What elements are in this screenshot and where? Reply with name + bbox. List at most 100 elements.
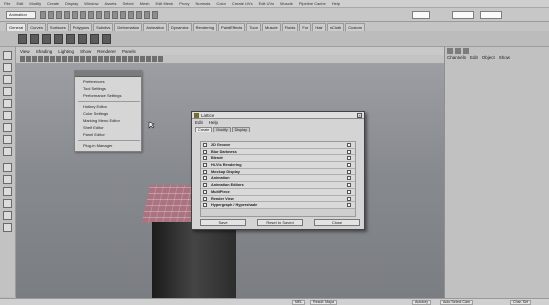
checkbox[interactable] [347, 203, 351, 208]
layout-split-icon[interactable] [3, 187, 12, 196]
snap-plane-icon[interactable] [112, 11, 118, 19]
shelf-tool-icon[interactable] [90, 34, 99, 44]
menu-item-performance-settings[interactable]: Performance Settings [83, 93, 121, 98]
channel-box-toggle-icon[interactable] [447, 48, 453, 54]
numeric-input-field[interactable] [412, 11, 430, 19]
shelf-tab-rendering[interactable]: Rendering [192, 23, 218, 31]
menu-select[interactable]: Select [123, 1, 134, 6]
close-button[interactable]: Close [314, 219, 360, 226]
menu-window[interactable]: Window [84, 1, 98, 6]
ipr-render-icon[interactable] [136, 11, 142, 19]
layout-single-icon[interactable] [3, 163, 12, 172]
shelf-tab-fur[interactable]: Fur [299, 23, 312, 31]
menu-file[interactable]: File [4, 1, 10, 6]
checkbox[interactable] [347, 169, 351, 174]
checkbox[interactable] [347, 176, 351, 181]
panel-menu-lighting[interactable]: Lighting [58, 49, 74, 54]
menu-tear-off-handle[interactable] [75, 71, 141, 77]
snap-grid-icon[interactable] [88, 11, 94, 19]
panel-menu-panels[interactable]: Panels [122, 49, 136, 54]
select-component-icon[interactable] [80, 11, 86, 19]
list-item[interactable]: Blendr [201, 155, 355, 163]
shelf-tool-icon[interactable] [66, 34, 75, 44]
layout-hypershade-icon[interactable] [3, 223, 12, 232]
menu-item-marking-menu-editor[interactable]: Marking Menu Editor [83, 118, 120, 123]
menu-mesh[interactable]: Mesh [140, 1, 150, 6]
list-item[interactable]: Hypergraph / Hypershade [201, 202, 355, 209]
dialog-menu-help[interactable]: Help [209, 120, 218, 125]
list-item[interactable]: MultiPiece [201, 188, 355, 196]
shelf-tool-icon[interactable] [102, 34, 111, 44]
menu-normals[interactable]: Normals [195, 1, 210, 6]
menu-modify[interactable]: Modify [29, 1, 41, 6]
ambient-occlusion-icon[interactable] [128, 56, 133, 62]
shelf-tool-icon[interactable] [54, 34, 63, 44]
tab-display[interactable]: Display [231, 127, 251, 132]
textured-icon[interactable] [92, 56, 97, 62]
shelf-tab-surfaces[interactable]: Surfaces [46, 23, 69, 31]
checkbox[interactable] [347, 183, 351, 188]
menu-item-preferences[interactable]: Preferences [83, 79, 105, 84]
mel-toggle[interactable]: MEL [292, 300, 306, 305]
channel-box-menu-channels[interactable]: Channels [447, 55, 466, 63]
shelf-tab-muscle[interactable]: Muscle [262, 23, 281, 31]
panel-menu-shading[interactable]: Shading [36, 49, 53, 54]
expand-icon[interactable] [203, 196, 207, 201]
menu-item-hotkey-editor[interactable]: Hotkey Editor [83, 104, 107, 109]
quick-select-field[interactable] [452, 11, 474, 19]
menu-item-shelf-editor[interactable]: Shelf Editor [83, 125, 104, 130]
move-tool-icon[interactable] [3, 87, 12, 96]
shelf-tool-icon[interactable] [42, 34, 51, 44]
new-scene-icon[interactable] [40, 11, 46, 19]
render-icon[interactable] [128, 11, 134, 19]
wireframe-icon[interactable] [80, 56, 85, 62]
menu-item-color-settings[interactable]: Color Settings [83, 111, 108, 116]
resolution-gate-icon[interactable] [50, 56, 55, 62]
channel-box-menu-object[interactable]: Object [482, 55, 495, 63]
expand-icon[interactable] [203, 156, 207, 161]
bookmark-icon[interactable] [26, 56, 31, 62]
panel-menu-renderer[interactable]: Renderer [97, 49, 116, 54]
auto-select-cam-field[interactable]: Auto Select Cam [440, 300, 473, 305]
shelf-tool-icon[interactable] [30, 34, 39, 44]
menu-item-panel-editor[interactable]: Panel Editor [83, 132, 105, 137]
save-scene-icon[interactable] [56, 11, 62, 19]
render-settings-icon[interactable] [144, 11, 150, 19]
panel-menu-show[interactable]: Show [80, 49, 91, 54]
shelf-tab-custom[interactable]: Custom [345, 23, 366, 31]
safe-title-icon[interactable] [74, 56, 79, 62]
soft-mod-tool-icon[interactable] [3, 135, 12, 144]
autokey-toggle[interactable]: Autokey [412, 300, 431, 305]
expand-icon[interactable] [203, 176, 207, 181]
list-item[interactable]: 2D Groove [201, 142, 355, 149]
reset-to-saved-button[interactable]: Reset to Saved [257, 219, 303, 226]
select-object-icon[interactable] [72, 11, 78, 19]
mesh-object-body[interactable] [152, 222, 236, 304]
rotate-tool-icon[interactable] [3, 99, 12, 108]
checkbox[interactable] [347, 156, 351, 161]
expand-icon[interactable] [203, 169, 207, 174]
scale-tool-icon[interactable] [3, 111, 12, 120]
shadows-icon[interactable] [104, 56, 109, 62]
shelf-tab-toon[interactable]: Toon [246, 23, 261, 31]
shelf-tool-icon[interactable] [78, 34, 87, 44]
history-icon[interactable] [120, 11, 126, 19]
checkbox[interactable] [347, 196, 351, 201]
list-item[interactable]: Hi-Vis Rendering [201, 162, 355, 169]
snap-curve-icon[interactable] [96, 11, 102, 19]
shelf-tab-dynamics[interactable]: Dynamics [168, 23, 192, 31]
exposure-icon[interactable] [152, 56, 157, 62]
manipulator-tool-icon[interactable] [3, 123, 12, 132]
layout-outliner-icon[interactable] [3, 199, 12, 208]
open-scene-icon[interactable] [48, 11, 54, 19]
shelf-tab-subdivs[interactable]: Subdivs [93, 23, 114, 31]
select-hierarchy-icon[interactable] [64, 11, 70, 19]
shelf-tab-hair[interactable]: Hair [312, 23, 326, 31]
menu-create[interactable]: Create [47, 1, 59, 6]
list-item[interactable]: Animation [201, 175, 355, 183]
list-item[interactable]: Mockup Display [201, 168, 355, 176]
lasso-tool-icon[interactable] [3, 63, 12, 72]
xray-icon[interactable] [110, 56, 115, 62]
tab-create[interactable]: Create [195, 127, 213, 132]
shelf-tool-icon[interactable] [18, 34, 27, 44]
